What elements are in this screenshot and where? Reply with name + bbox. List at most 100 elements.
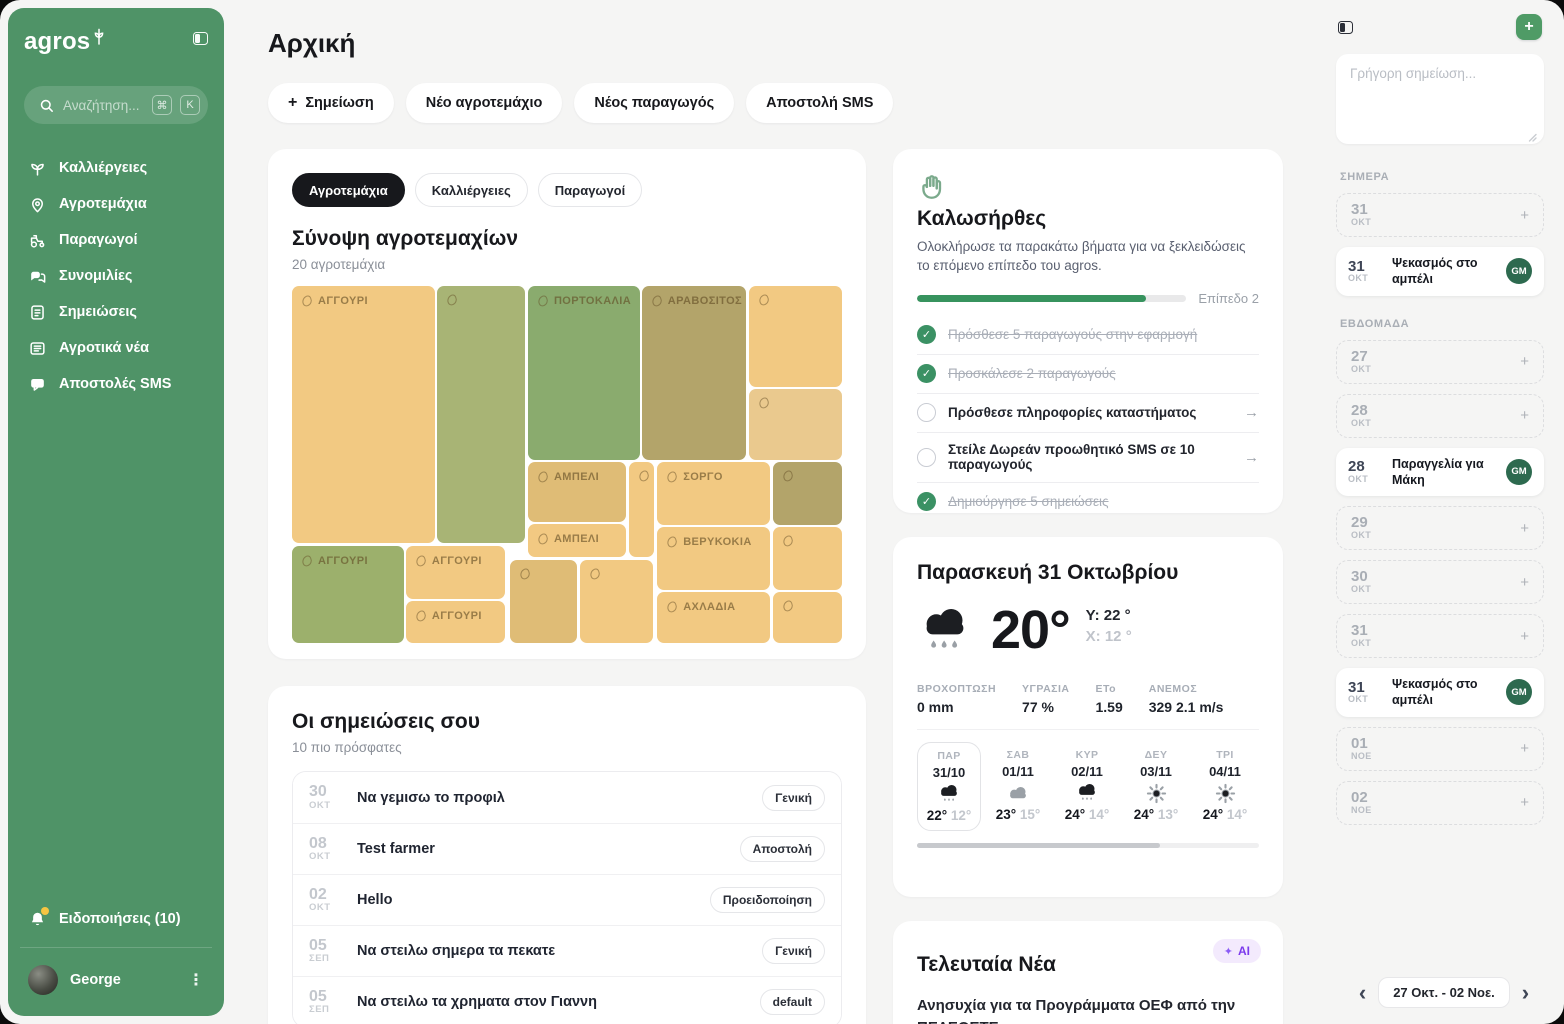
treemap-block[interactable] bbox=[773, 592, 842, 643]
add-event-icon[interactable]: + bbox=[1520, 520, 1529, 537]
tab-parcels[interactable]: Αγροτεμάχια bbox=[292, 173, 405, 207]
arrow-right-icon[interactable]: → bbox=[1244, 404, 1259, 421]
note-row[interactable]: 05ΣΕΠ Να στειλω σημερα τα πεκατε Γενική bbox=[293, 925, 841, 976]
rail-add-button[interactable]: + bbox=[1516, 14, 1542, 40]
forecast-day[interactable]: ΠΑΡ31/10 22° 12° bbox=[917, 742, 981, 831]
notifications-item[interactable]: Ειδοποιήσεις (10) bbox=[24, 901, 208, 937]
event-card[interactable]: 31ΟΚΤ Ψεκασμός στο αμπέλι GM bbox=[1336, 247, 1544, 296]
checklist-item[interactable]: ✓ Προσκάλεσε 2 παραγωγούς bbox=[917, 354, 1259, 393]
forecast-day[interactable]: ΚΥΡ02/11 24° 14° bbox=[1055, 742, 1119, 831]
new-farmer-button[interactable]: Νέος παραγωγός bbox=[574, 83, 734, 123]
add-event-icon[interactable]: + bbox=[1520, 628, 1529, 645]
checklist-item[interactable]: ✓ Δημιούργησε 5 σημειώσεις bbox=[917, 482, 1259, 513]
new-note-button[interactable]: + Σημείωση bbox=[268, 83, 394, 123]
forecast-day[interactable]: ΤΡΙ04/11 24° 14° bbox=[1193, 742, 1257, 831]
weather-stats: ΒΡΟΧΟΠΤΩΣΗ0 mm ΥΓΡΑΣΙΑ77 % ETo1.59 ΑΝΕΜΟ… bbox=[917, 683, 1259, 715]
sidebar-item-chats[interactable]: Συνομιλίες bbox=[24, 258, 208, 294]
news-headline[interactable]: Ανησυχία για τα Προγράμματα ΟΕΦ από την … bbox=[917, 995, 1253, 1024]
quick-note-input[interactable] bbox=[1336, 54, 1544, 144]
treemap-block[interactable] bbox=[749, 286, 842, 387]
news-card-title: Τελευταία Νέα bbox=[917, 953, 1259, 977]
forecast-scrollbar[interactable] bbox=[917, 843, 1259, 848]
bell-icon bbox=[28, 910, 47, 929]
day-slot-empty[interactable]: 31ΟΚΤ + bbox=[1336, 193, 1544, 237]
resize-handle-icon[interactable] bbox=[1527, 132, 1537, 142]
sidebar-item-news[interactable]: Αγροτικά νέα bbox=[24, 330, 208, 366]
arrow-right-icon[interactable]: → bbox=[1244, 449, 1259, 466]
day-slot-empty[interactable]: 28ΟΚΤ + bbox=[1336, 394, 1544, 438]
sidebar-collapse-icon[interactable] bbox=[193, 32, 208, 45]
treemap-block-αγγουρι[interactable]: ΑΓΓΟΥΡΙ bbox=[292, 546, 404, 643]
treemap-block[interactable] bbox=[629, 462, 655, 557]
day-slot-empty[interactable]: 31ΟΚΤ + bbox=[1336, 614, 1544, 658]
event-card[interactable]: 28ΟΚΤ Παραγγελία για Μάκη GM bbox=[1336, 448, 1544, 497]
treemap-block[interactable] bbox=[580, 560, 653, 643]
sidebar-item-notes[interactable]: Σημειώσεις bbox=[24, 294, 208, 330]
parcels-icon bbox=[28, 195, 47, 214]
treemap-block[interactable] bbox=[510, 560, 577, 643]
tab-farmers[interactable]: Παραγωγοί bbox=[538, 173, 642, 207]
corn-icon bbox=[650, 294, 663, 307]
grapes-icon bbox=[536, 471, 549, 484]
search-box[interactable]: ⌘ K bbox=[24, 86, 208, 124]
news-card: ✦ AI Τελευταία Νέα Ανησυχία για τα Προγρ… bbox=[893, 921, 1283, 1024]
chevron-right-icon[interactable]: › bbox=[1522, 982, 1529, 1004]
onion-icon bbox=[782, 470, 795, 483]
send-sms-button[interactable]: Αποστολή SMS bbox=[746, 83, 893, 123]
day-slot-empty[interactable]: 02ΝΟΕ + bbox=[1336, 781, 1544, 825]
treemap-block[interactable] bbox=[749, 389, 842, 460]
event-title: Ψεκασμός στο αμπέλι bbox=[1392, 676, 1496, 709]
sidebar-item-parcels[interactable]: Αγροτεμάχια bbox=[24, 186, 208, 222]
add-event-icon[interactable]: + bbox=[1520, 207, 1529, 224]
sidebar-item-crops[interactable]: Καλλιέργειες bbox=[24, 150, 208, 186]
treemap-block-αμπελι[interactable]: ΑΜΠΕΛΙ bbox=[528, 524, 626, 557]
forecast-day[interactable]: ΣΑΒ01/11 23° 15° bbox=[986, 742, 1050, 831]
rail-collapse-icon[interactable] bbox=[1338, 21, 1353, 34]
forecast-day[interactable]: ΔΕΥ03/11 24° 13° bbox=[1124, 742, 1188, 831]
checklist-item[interactable]: ✓ Πρόσθεσε 5 παραγωγούς στην εφαρμογή bbox=[917, 316, 1259, 354]
note-row[interactable]: 30ΟΚΤ Να γεμισω το προφιλ Γενική bbox=[293, 772, 841, 823]
add-event-icon[interactable]: + bbox=[1520, 740, 1529, 757]
add-event-icon[interactable]: + bbox=[1520, 574, 1529, 591]
search-input[interactable] bbox=[63, 98, 144, 113]
add-event-icon[interactable]: + bbox=[1520, 794, 1529, 811]
checklist-item[interactable]: Στείλε Δωρεάν προωθητικό SMS σε 10 παραγ… bbox=[917, 432, 1259, 482]
forecast-scrollbar-thumb[interactable] bbox=[917, 843, 1160, 848]
treemap-block-βερυκοκια[interactable]: ΒΕΡΥΚΟΚΙΑ bbox=[657, 527, 770, 589]
sidebar-item-farmers[interactable]: Παραγωγοί bbox=[24, 222, 208, 258]
treemap-block-αγγουρι[interactable]: ΑΓΓΟΥΡΙ bbox=[292, 286, 435, 543]
empty-circle-icon bbox=[917, 448, 936, 467]
note-row[interactable]: 05ΣΕΠ Να στειλω τα χρηματα στον Γιαννη d… bbox=[293, 976, 841, 1024]
note-row[interactable]: 08ΟΚΤ Test farmer Αποστολή bbox=[293, 823, 841, 874]
user-menu[interactable]: George ⋮ bbox=[24, 958, 208, 1002]
treemap-block[interactable] bbox=[773, 527, 842, 589]
day-slot-empty[interactable]: 01ΝΟΕ + bbox=[1336, 727, 1544, 771]
treemap-block-αχλαδια[interactable]: ΑΧΛΑΔΙΑ bbox=[657, 592, 770, 643]
add-event-icon[interactable]: + bbox=[1520, 353, 1529, 370]
chevron-left-icon[interactable]: ‹ bbox=[1359, 982, 1366, 1004]
new-parcel-button[interactable]: Νέο αγροτεμάχιο bbox=[406, 83, 563, 123]
treemap-block-αγγουρι[interactable]: ΑΓΓΟΥΡΙ bbox=[406, 546, 505, 599]
sidebar-item-sms[interactable]: Αποστολές SMS bbox=[24, 366, 208, 402]
treemap-block-πορτοκαλια[interactable]: ΠΟΡΤΟΚΑΛΙΑ bbox=[528, 286, 640, 460]
day-slot-empty[interactable]: 27ΟΚΤ + bbox=[1336, 340, 1544, 384]
search-icon bbox=[38, 97, 55, 114]
kebab-menu-icon[interactable]: ⋮ bbox=[188, 970, 204, 990]
event-card[interactable]: 31ΟΚΤ Ψεκασμός στο αμπέλι GM bbox=[1336, 668, 1544, 717]
treemap-block[interactable] bbox=[437, 286, 525, 543]
treemap-block-αραβοσιτος[interactable]: ΑΡΑΒΟΣΙΤΟΣ bbox=[642, 286, 747, 460]
add-event-icon[interactable]: + bbox=[1520, 407, 1529, 424]
rain-icon bbox=[1075, 782, 1099, 804]
treemap-block-σοργο[interactable]: ΣΟΡΓΟ bbox=[657, 462, 770, 524]
day-slot-empty[interactable]: 29ΟΚΤ + bbox=[1336, 506, 1544, 550]
checklist-item[interactable]: Πρόσθεσε πληροφορίες καταστήματος → bbox=[917, 393, 1259, 432]
date-range-pill: 27 Οκτ. - 02 Νοε. bbox=[1378, 977, 1510, 1008]
treemap-block-label: ΑΡΑΒΟΣΙΤΟΣ bbox=[668, 295, 742, 307]
note-row[interactable]: 02ΟΚΤ Hello Προειδοποίηση bbox=[293, 874, 841, 925]
treemap-block[interactable] bbox=[773, 462, 842, 524]
day-slot-empty[interactable]: 30ΟΚΤ + bbox=[1336, 560, 1544, 604]
treemap-block-αμπελι[interactable]: ΑΜΠΕΛΙ bbox=[528, 462, 626, 521]
event-title: Ψεκασμός στο αμπέλι bbox=[1392, 255, 1496, 288]
tab-crops[interactable]: Καλλιέργειες bbox=[415, 173, 528, 207]
treemap-block-αγγουρι[interactable]: ΑΓΓΟΥΡΙ bbox=[406, 601, 505, 643]
